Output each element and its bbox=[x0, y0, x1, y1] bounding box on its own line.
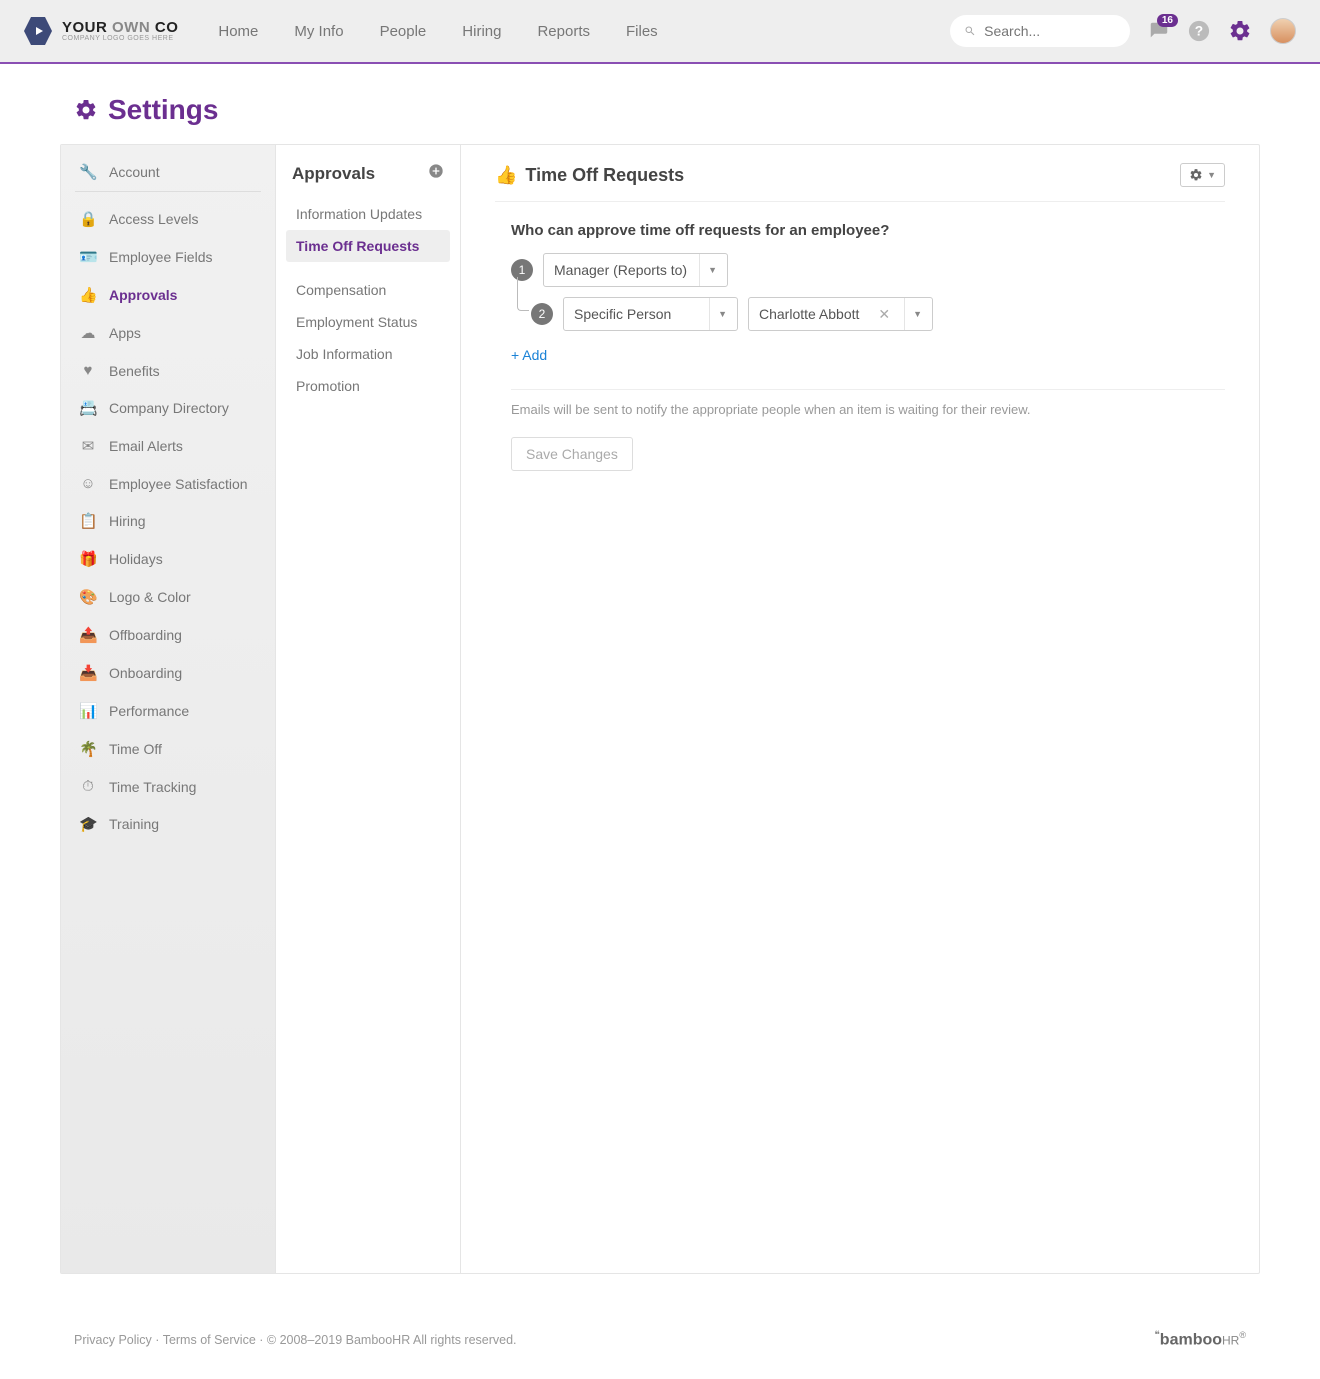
footer: Privacy Policy · Terms of Service · © 20… bbox=[60, 1314, 1260, 1379]
subnav-job-info[interactable]: Job Information bbox=[286, 338, 450, 370]
sidebar-item-onboarding[interactable]: 📥Onboarding bbox=[61, 654, 275, 692]
nav-reports[interactable]: Reports bbox=[537, 23, 590, 40]
cloud-icon: ☁ bbox=[79, 324, 97, 342]
smile-icon: ☺ bbox=[79, 475, 97, 492]
sidebar-item-offboarding[interactable]: 📤Offboarding bbox=[61, 616, 275, 654]
exit-icon: 📤 bbox=[79, 626, 97, 644]
subnav-employment-status[interactable]: Employment Status bbox=[286, 306, 450, 338]
search-input[interactable] bbox=[984, 23, 1116, 39]
heart-icon: ♥ bbox=[79, 362, 97, 379]
help-button[interactable]: ? bbox=[1188, 20, 1210, 42]
sidebar-item-account[interactable]: 🔧Account bbox=[75, 153, 261, 192]
thumbs-up-icon: 👍 bbox=[79, 286, 97, 304]
id-icon: 🪪 bbox=[79, 248, 97, 266]
search-box[interactable] bbox=[950, 15, 1130, 47]
approval-question: Who can approve time off requests for an… bbox=[511, 222, 1225, 239]
sidebar-item-timeoff[interactable]: 🌴Time Off bbox=[61, 730, 275, 768]
caret-down-icon: ▼ bbox=[708, 265, 717, 275]
grad-icon: 🎓 bbox=[79, 815, 97, 833]
svg-text:?: ? bbox=[1195, 24, 1203, 39]
primary-nav: Home My Info People Hiring Reports Files bbox=[218, 23, 657, 40]
sidebar-item-performance[interactable]: 📊Performance bbox=[61, 692, 275, 730]
logo-text-line1: YOUR OWN CO bbox=[62, 20, 178, 35]
subnav-time-off[interactable]: Time Off Requests bbox=[286, 230, 450, 262]
subnav-promotion[interactable]: Promotion bbox=[286, 370, 450, 402]
main-title: 👍 Time Off Requests bbox=[495, 165, 684, 186]
logo-text-line2: COMPANY LOGO GOES HERE bbox=[62, 35, 178, 42]
privacy-link[interactable]: Privacy Policy bbox=[74, 1333, 152, 1347]
palette-icon: 🎨 bbox=[79, 588, 97, 606]
book-icon: 📇 bbox=[79, 399, 97, 417]
company-logo[interactable]: YOUR OWN CO COMPANY LOGO GOES HERE bbox=[24, 17, 178, 45]
sidebar-item-hiring[interactable]: 📋Hiring bbox=[61, 502, 275, 540]
clear-person-button[interactable]: ✕ bbox=[872, 306, 896, 323]
subnav-info-updates[interactable]: Information Updates bbox=[286, 198, 450, 230]
sidebar-item-training[interactable]: 🎓Training bbox=[61, 805, 275, 843]
gauge-icon: 📊 bbox=[79, 702, 97, 720]
sidebar-item-holidays[interactable]: 🎁Holidays bbox=[61, 540, 275, 578]
settings-button[interactable] bbox=[1228, 19, 1252, 43]
nav-hiring[interactable]: Hiring bbox=[462, 23, 501, 40]
palm-icon: 🌴 bbox=[79, 740, 97, 758]
add-approval-button[interactable] bbox=[428, 163, 444, 184]
sidebar-item-benefits[interactable]: ♥Benefits bbox=[61, 352, 275, 389]
connector-line bbox=[517, 277, 529, 311]
bamboohr-logo[interactable]: ❝bambooHR® bbox=[1154, 1330, 1246, 1349]
lock-icon: 🔒 bbox=[79, 210, 97, 228]
enter-icon: 📥 bbox=[79, 664, 97, 682]
wrench-icon: 🔧 bbox=[79, 163, 97, 181]
nav-home[interactable]: Home bbox=[218, 23, 258, 40]
divider bbox=[511, 389, 1225, 390]
plus-circle-icon bbox=[428, 163, 444, 179]
caret-down-icon: ▼ bbox=[1207, 170, 1216, 180]
gear-icon bbox=[1189, 168, 1203, 182]
level-2-badge: 2 bbox=[531, 303, 553, 325]
thumbs-up-icon: 👍 bbox=[495, 165, 517, 186]
sidebar-item-directory[interactable]: 📇Company Directory bbox=[61, 389, 275, 427]
terms-link[interactable]: Terms of Service bbox=[163, 1333, 256, 1347]
caret-down-icon: ▼ bbox=[718, 309, 727, 319]
top-bar: YOUR OWN CO COMPANY LOGO GOES HERE Home … bbox=[0, 0, 1320, 64]
add-approver-link[interactable]: + Add bbox=[511, 347, 547, 363]
nav-people[interactable]: People bbox=[380, 23, 427, 40]
clipboard-icon: 📋 bbox=[79, 512, 97, 530]
sidebar-item-fields[interactable]: 🪪Employee Fields bbox=[61, 238, 275, 276]
sidebar-item-access[interactable]: 🔒Access Levels bbox=[61, 200, 275, 238]
sidebar-item-apps[interactable]: ☁Apps bbox=[61, 314, 275, 352]
caret-down-icon: ▼ bbox=[913, 309, 922, 319]
subnav-compensation[interactable]: Compensation bbox=[286, 274, 450, 306]
nav-myinfo[interactable]: My Info bbox=[294, 23, 343, 40]
logo-hex-icon bbox=[24, 17, 52, 45]
sidebar-item-logo[interactable]: 🎨Logo & Color bbox=[61, 578, 275, 616]
main-panel: 👍 Time Off Requests ▼ Who can approve ti… bbox=[461, 145, 1259, 1273]
approver-2-type-select[interactable]: Specific Person ▼ bbox=[563, 297, 738, 331]
gear-icon bbox=[74, 98, 98, 122]
sidebar-item-email[interactable]: ✉Email Alerts bbox=[61, 427, 275, 465]
approvals-subnav: Approvals Information Updates Time Off R… bbox=[276, 145, 461, 1273]
user-avatar[interactable] bbox=[1270, 18, 1296, 44]
mail-icon: ✉ bbox=[79, 437, 97, 455]
gear-icon bbox=[1228, 19, 1252, 43]
panel-settings-button[interactable]: ▼ bbox=[1180, 163, 1225, 187]
sidebar-item-approvals[interactable]: 👍Approvals bbox=[61, 276, 275, 314]
search-icon bbox=[964, 24, 976, 38]
copyright-text: © 2008–2019 BambooHR All rights reserved… bbox=[267, 1333, 517, 1347]
approver-1-select[interactable]: Manager (Reports to) ▼ bbox=[543, 253, 728, 287]
gift-icon: 🎁 bbox=[79, 550, 97, 568]
help-icon: ? bbox=[1188, 20, 1210, 42]
page-title: Settings bbox=[74, 94, 1260, 126]
email-note: Emails will be sent to notify the approp… bbox=[511, 402, 1225, 417]
sidebar-item-satisfaction[interactable]: ☺Employee Satisfaction bbox=[61, 465, 275, 502]
stopwatch-icon: ⏱ bbox=[79, 778, 97, 795]
sidebar-item-tracking[interactable]: ⏱Time Tracking bbox=[61, 768, 275, 805]
settings-sidebar: 🔧Account 🔒Access Levels 🪪Employee Fields… bbox=[61, 145, 276, 1273]
nav-files[interactable]: Files bbox=[626, 23, 658, 40]
approver-2-person-select[interactable]: Charlotte Abbott ✕ ▼ bbox=[748, 297, 933, 331]
notification-badge: 16 bbox=[1157, 14, 1178, 27]
save-button[interactable]: Save Changes bbox=[511, 437, 633, 471]
subnav-title: Approvals bbox=[292, 164, 375, 184]
inbox-button[interactable]: 16 bbox=[1148, 20, 1170, 42]
